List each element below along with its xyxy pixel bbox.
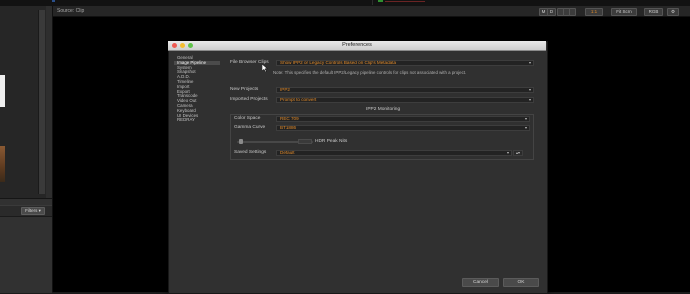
audio-meter-green <box>378 0 383 2</box>
color-space-value: REC 709 <box>280 116 299 121</box>
mouse-cursor-icon <box>262 64 268 72</box>
imported-projects-label: Imported Projects <box>230 97 268 102</box>
maximize-window-icon[interactable] <box>188 43 193 48</box>
saved-settings-value: Default <box>280 150 295 155</box>
saved-settings-stepper[interactable]: ▴▾ <box>513 150 523 156</box>
hdr-peak-nits-input[interactable] <box>298 139 312 144</box>
file-browser-clips-value: Show IPP2 or Legacy Controls Based on Cl… <box>280 60 397 65</box>
saved-settings-label: Saved Settings <box>234 150 267 155</box>
minimize-window-icon[interactable] <box>180 43 185 48</box>
top-bar-divider <box>372 0 373 5</box>
preferences-dialog <box>168 41 548 294</box>
bin-scrollbar[interactable] <box>38 10 45 194</box>
category-list: General Image Pipeline System Snapshot A… <box>174 55 220 292</box>
clip-thumbnail[interactable] <box>0 75 5 107</box>
ipp2-monitoring-title: IPP2 Monitoring <box>366 107 401 112</box>
chevron-down-icon: ▾ <box>528 97 531 102</box>
new-projects-label: New Projects <box>230 87 259 92</box>
chevron-down-icon: ▾ <box>524 116 527 121</box>
debayer-button[interactable]: D <box>547 8 556 16</box>
dialog-title: Preferences <box>342 42 372 48</box>
category-redray[interactable]: REDRAY <box>174 118 220 123</box>
filters-dropdown[interactable]: Filters ▾ <box>21 207 45 215</box>
gamma-curve-label: Gamma Curve <box>234 125 266 130</box>
cancel-button[interactable]: Cancel <box>462 278 499 287</box>
chevron-down-icon: ▾ <box>528 60 531 65</box>
chevron-down-icon: ▾ <box>506 150 509 155</box>
imported-projects-dropdown[interactable]: Prompt to convert ▾ <box>276 97 534 103</box>
nav-next-button[interactable] <box>569 8 576 16</box>
ok-button[interactable]: OK <box>503 278 539 287</box>
new-projects-dropdown[interactable]: IPP2 ▾ <box>276 87 534 93</box>
color-space-label: Color Space <box>234 116 261 121</box>
close-window-icon[interactable] <box>172 43 177 48</box>
zoom-dropdown[interactable]: 1:1 <box>585 8 603 16</box>
saved-settings-dropdown[interactable]: Default ▾ <box>276 150 512 156</box>
gear-icon[interactable]: ⚙ <box>667 8 679 16</box>
clip-thumbnail[interactable] <box>0 146 5 182</box>
fit-screen-dropdown[interactable]: Fit Scrn <box>611 8 637 16</box>
color-space-dropdown[interactable]: REC 709 ▾ <box>276 116 530 122</box>
gamma-curve-value: BT1886 <box>280 125 297 130</box>
chevron-down-icon: ▾ <box>524 125 527 130</box>
hdr-peak-nits-label: HDR Peak Nits <box>315 139 348 144</box>
new-projects-value: IPP2 <box>280 87 290 92</box>
imported-projects-value: Prompt to convert <box>280 97 317 102</box>
audio-meter-red <box>385 1 425 2</box>
channel-dropdown[interactable]: RGB <box>644 8 663 16</box>
top-bar-indicator <box>52 0 55 2</box>
gamma-curve-dropdown[interactable]: BT1886 ▾ <box>276 125 530 131</box>
file-browser-clips-dropdown[interactable]: Show IPP2 or Legacy Controls Based on Cl… <box>276 60 534 66</box>
chevron-down-icon: ▾ <box>528 87 531 92</box>
pipeline-note: Note: This specifies the default IPP2/Le… <box>273 70 467 75</box>
source-label: Source: Clip <box>57 8 85 14</box>
hdr-peak-nits-slider-handle[interactable] <box>239 139 243 144</box>
